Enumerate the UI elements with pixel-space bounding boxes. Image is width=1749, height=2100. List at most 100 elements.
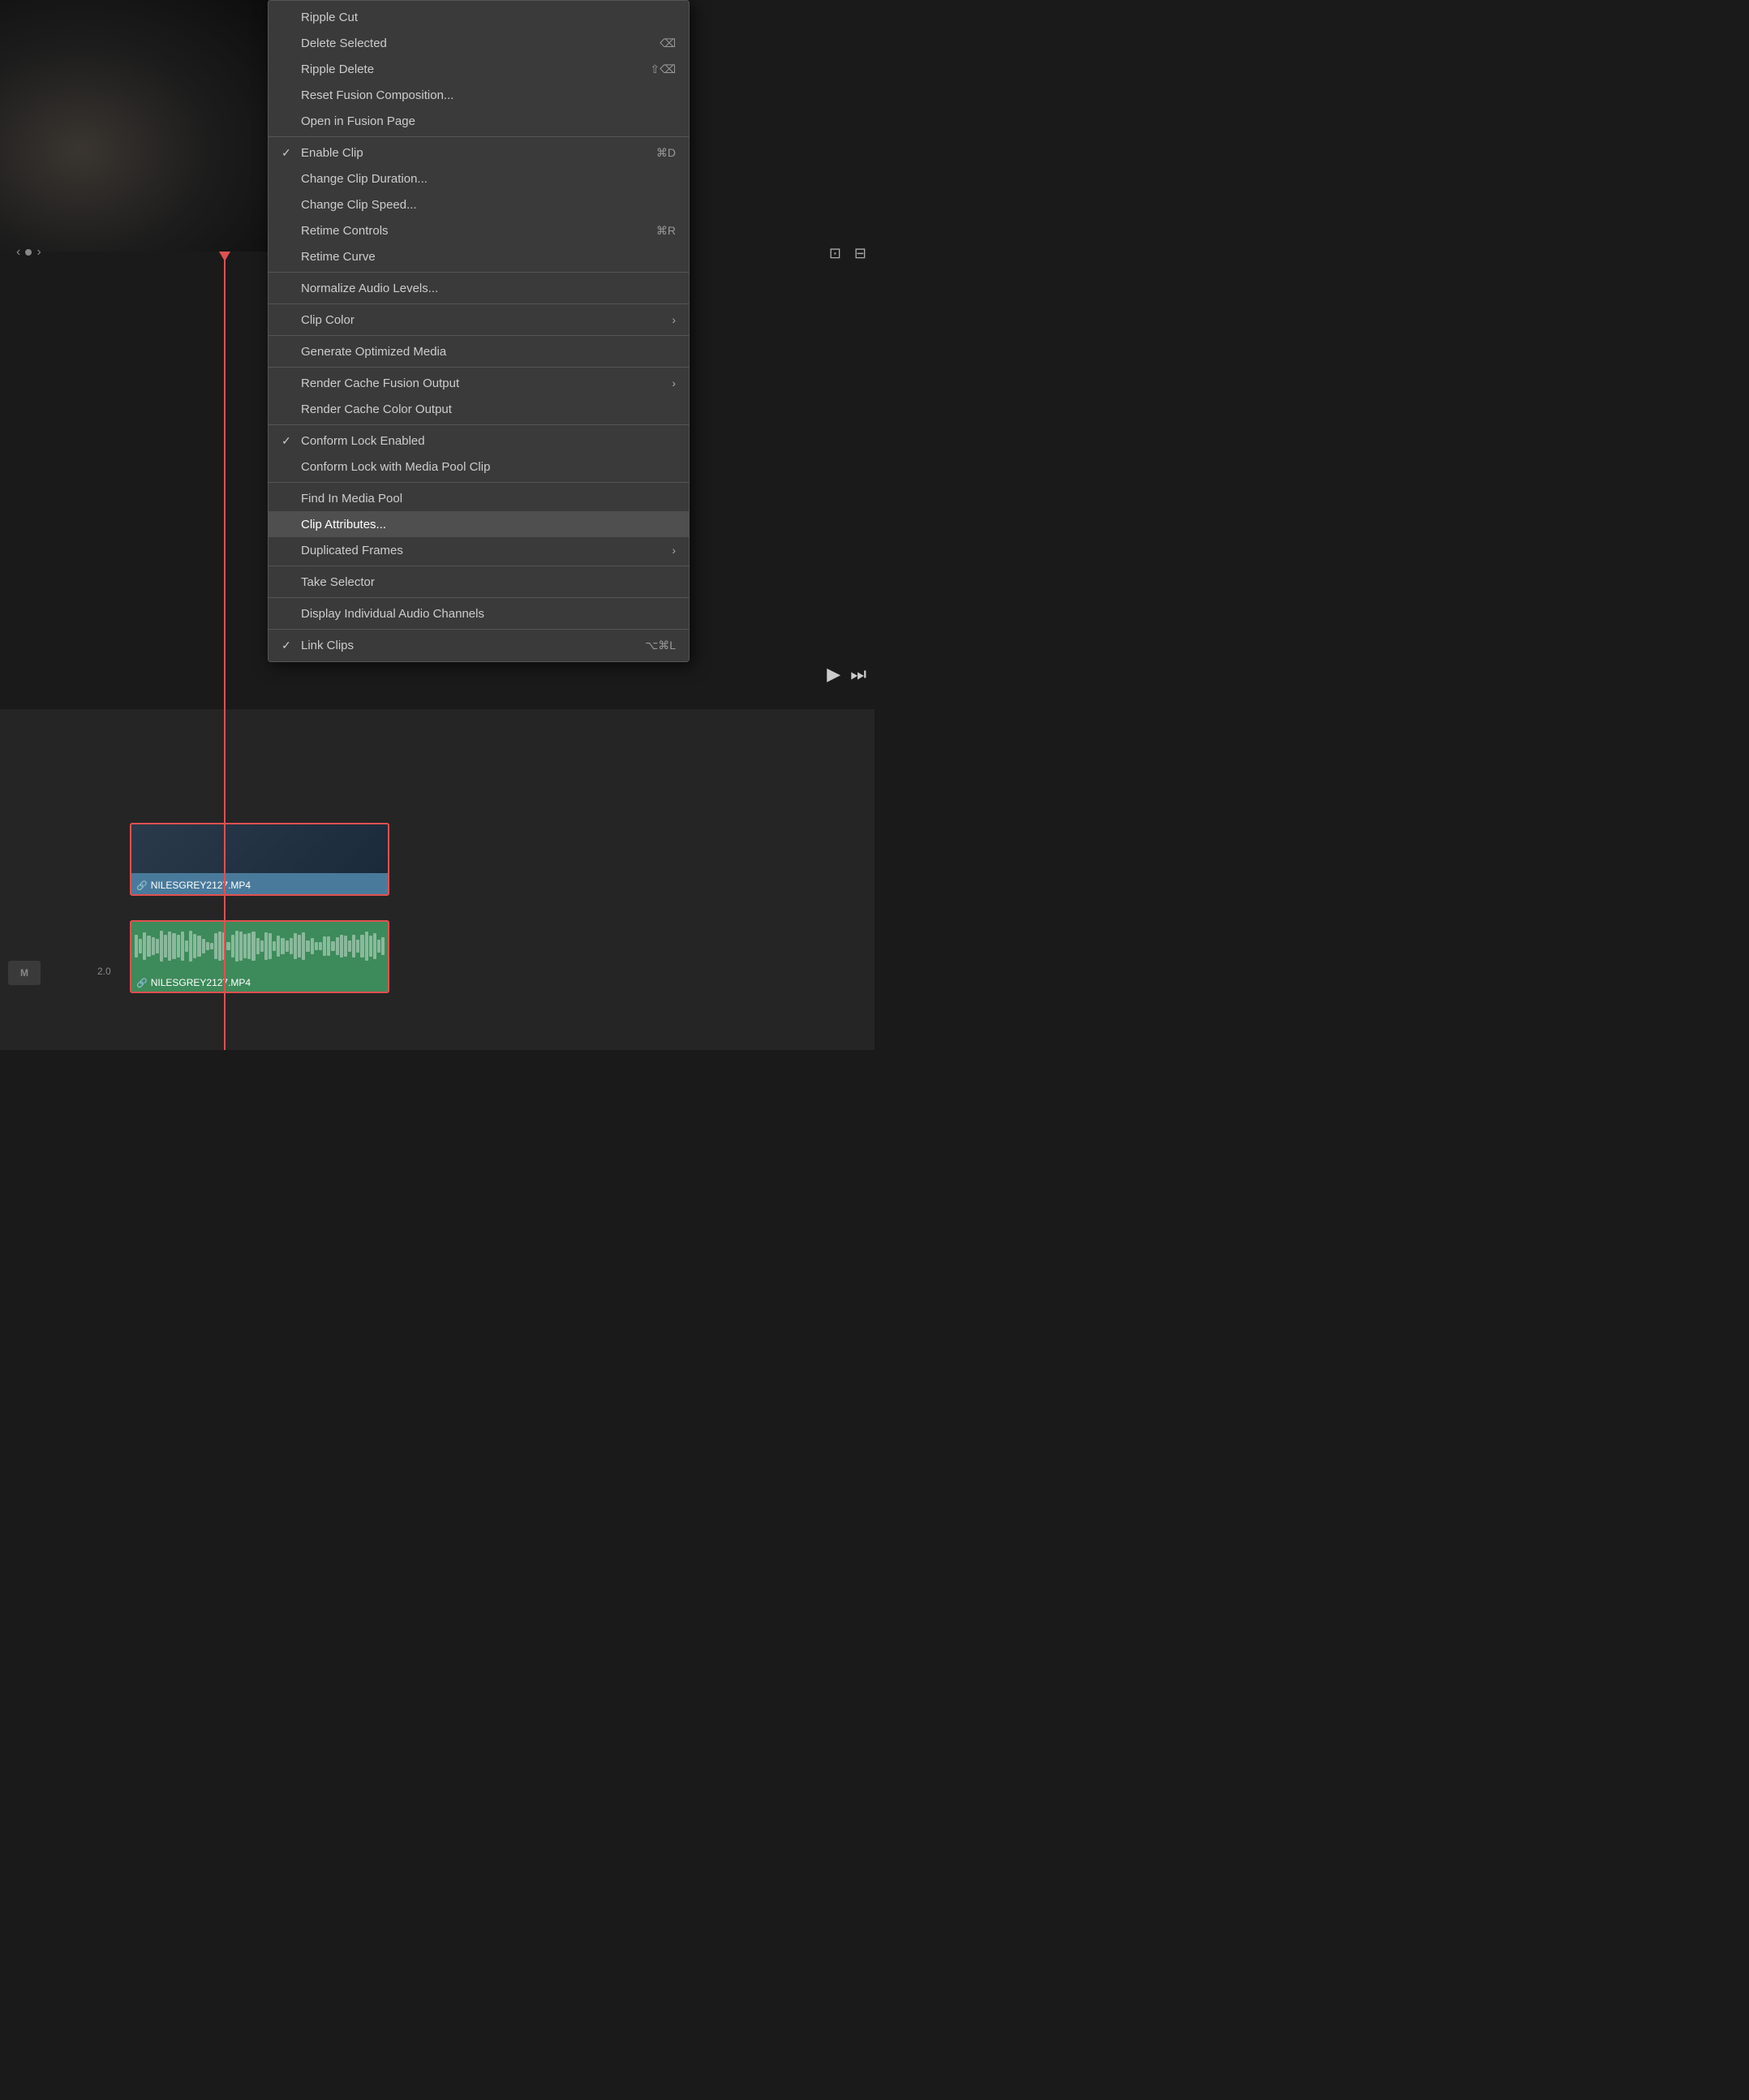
label-conform-lock-media: Conform Lock with Media Pool Clip [301,460,490,474]
monitor-icon-2[interactable]: ⊟ [854,245,866,262]
label-link-clips: Link Clips [301,639,354,652]
shortcut-retime-controls: ⌘R [656,224,676,238]
menu-item-retime-controls[interactable]: Retime Controls⌘R [269,217,689,243]
label-ripple-delete: Ripple Delete [301,62,374,76]
wave-bar [340,935,343,957]
wave-bar [273,941,276,952]
label-clip-attributes: Clip Attributes... [301,518,386,531]
audio-clip[interactable]: 🔗 NILESGREY2127.MP4 [130,920,389,993]
shortcut-ripple-delete: ⇧⌫ [650,62,676,76]
menu-item-render-cache-color[interactable]: Render Cache Color Output [269,396,689,422]
menu-item-normalize-audio[interactable]: Normalize Audio Levels... [269,275,689,301]
skip-forward-button[interactable]: ⏭ [850,664,866,685]
menu-item-duplicated-frames[interactable]: Duplicated Frames › [269,537,689,563]
wave-bar [264,932,268,960]
menu-item-clip-attributes[interactable]: Clip Attributes... [269,511,689,537]
wave-bar [352,935,355,957]
wave-bar [286,940,289,952]
wave-bar [369,936,372,957]
menu-item-delete-selected[interactable]: Delete Selected⌫ [269,30,689,56]
menu-item-ripple-cut[interactable]: Ripple Cut [269,4,689,30]
play-button[interactable]: ▶ [827,664,840,685]
transport-controls: ▶ ⏭ [827,664,866,685]
separator-after-clip-color [269,335,689,336]
arrow-duplicated-frames: › [672,544,676,557]
nav-dot [25,249,32,256]
wave-bar [251,932,255,962]
label-display-audio-channels: Display Individual Audio Channels [301,607,484,621]
label-duplicated-frames: Duplicated Frames [301,544,403,557]
separator-after-render-cache-color [269,424,689,425]
menu-item-conform-lock-media[interactable]: Conform Lock with Media Pool Clip [269,454,689,480]
wave-bar [327,936,330,957]
menu-item-open-fusion[interactable]: Open in Fusion Page [269,108,689,134]
separator-after-conform-lock-media [269,482,689,483]
menu-item-display-audio-channels[interactable]: Display Individual Audio Channels [269,600,689,626]
separator-after-retime-curve [269,272,689,273]
wave-bar [181,932,184,961]
menu-item-retime-curve[interactable]: Retime Curve [269,243,689,269]
wave-bar [168,932,171,961]
wave-bar [277,936,280,957]
menu-item-take-selector[interactable]: Take Selector [269,569,689,595]
nav-next-icon[interactable]: › [37,245,41,260]
checkmark-link-clips: ✓ [281,639,294,652]
wave-bar [294,933,297,960]
video-thumb [131,824,388,873]
wave-bar [348,940,351,953]
video-clip[interactable]: 🔗 NILESGREY2127.MP4 [130,823,389,896]
link-icon-audio: 🔗 [136,978,148,988]
label-normalize-audio: Normalize Audio Levels... [301,282,438,295]
wave-bar [189,931,192,962]
label-take-selector: Take Selector [301,575,375,589]
video-clip-label: 🔗 NILESGREY2127.MP4 [136,880,251,891]
menu-item-change-speed[interactable]: Change Clip Speed... [269,191,689,217]
wave-bar [360,935,363,957]
wave-bar [331,941,334,951]
menu-item-change-duration[interactable]: Change Clip Duration... [269,166,689,191]
track-header-m[interactable]: M [8,961,41,985]
wave-bar [247,933,251,958]
menu-item-find-media-pool[interactable]: Find In Media Pool [269,485,689,511]
wave-bar [143,932,146,959]
wave-bar [197,936,200,957]
wave-bar [152,937,155,955]
wave-bar [256,938,260,955]
menu-item-ripple-delete[interactable]: Ripple Delete ⇧⌫ [269,56,689,82]
wave-bar [373,933,376,959]
label-conform-lock-enabled: Conform Lock Enabled [301,434,425,448]
label-find-media-pool: Find In Media Pool [301,492,402,506]
wave-bar [218,932,221,962]
wave-bar [210,943,213,949]
monitor-icon-1[interactable]: ⊡ [829,245,841,262]
wave-bar [202,939,205,953]
label-generate-optimized: Generate Optimized Media [301,345,446,359]
menu-item-enable-clip[interactable]: ✓Enable Clip⌘D [269,140,689,166]
wave-bar [164,935,167,957]
wave-bar [172,933,175,958]
label-render-cache-fusion: Render Cache Fusion Output [301,377,459,390]
menu-item-clip-color[interactable]: Clip Color› [269,307,689,333]
wave-bar [214,933,217,958]
menu-item-generate-optimized[interactable]: Generate Optimized Media [269,338,689,364]
wave-bar [344,936,347,957]
wave-bar [302,932,305,959]
separator-after-generate-optimized [269,367,689,368]
playhead-line [224,252,226,1050]
wave-bar [156,939,159,954]
separator-after-open-fusion [269,136,689,137]
menu-item-link-clips[interactable]: ✓Link Clips⌥⌘L [269,632,689,658]
menu-item-reset-fusion[interactable]: Reset Fusion Composition... [269,82,689,108]
playhead-triangle [219,252,230,261]
wave-bar [135,935,138,957]
checkmark-conform-lock-enabled: ✓ [281,434,294,448]
nav-prev-icon[interactable]: ‹ [16,245,20,260]
wave-bar [323,936,326,956]
menu-item-render-cache-fusion[interactable]: Render Cache Fusion Output› [269,370,689,396]
menu-item-conform-lock-enabled[interactable]: ✓ Conform Lock Enabled [269,428,689,454]
wave-bar [206,942,209,949]
nav-arrows: ‹ › [16,245,41,260]
separator-after-normalize-audio [269,303,689,304]
wave-bar [185,940,188,953]
label-reset-fusion: Reset Fusion Composition... [301,88,453,102]
